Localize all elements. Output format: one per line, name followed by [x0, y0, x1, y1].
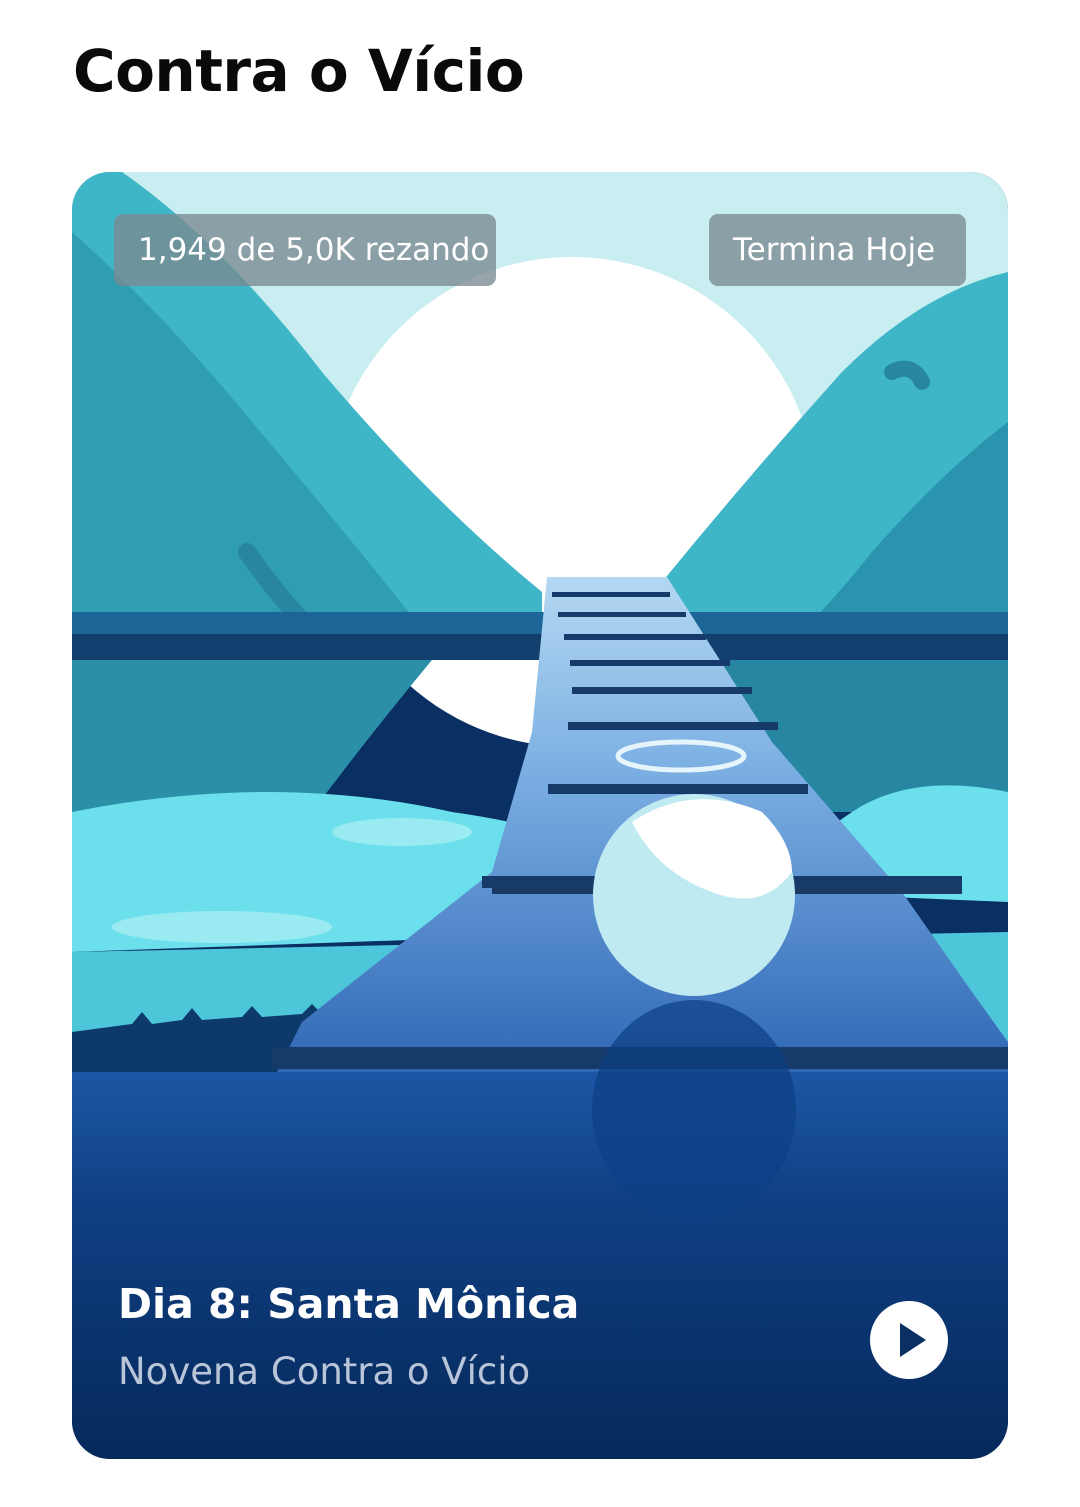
card-subtitle: Novena Contra o Vício	[118, 1350, 531, 1393]
page: Contra o Vício 1,949 de 5,0K rezando Ter…	[0, 0, 1080, 1507]
ends-today-badge: Termina Hoje	[709, 214, 966, 286]
novena-card[interactable]: 1,949 de 5,0K rezando Termina Hoje Dia 8…	[72, 172, 1008, 1459]
play-button[interactable]	[870, 1301, 948, 1379]
landscape-illustration	[72, 172, 1008, 1459]
play-icon	[900, 1323, 926, 1357]
section-title: Contra o Vício	[73, 37, 525, 105]
card-title: Dia 8: Santa Mônica	[118, 1280, 580, 1328]
participants-badge: 1,949 de 5,0K rezando	[114, 214, 496, 286]
